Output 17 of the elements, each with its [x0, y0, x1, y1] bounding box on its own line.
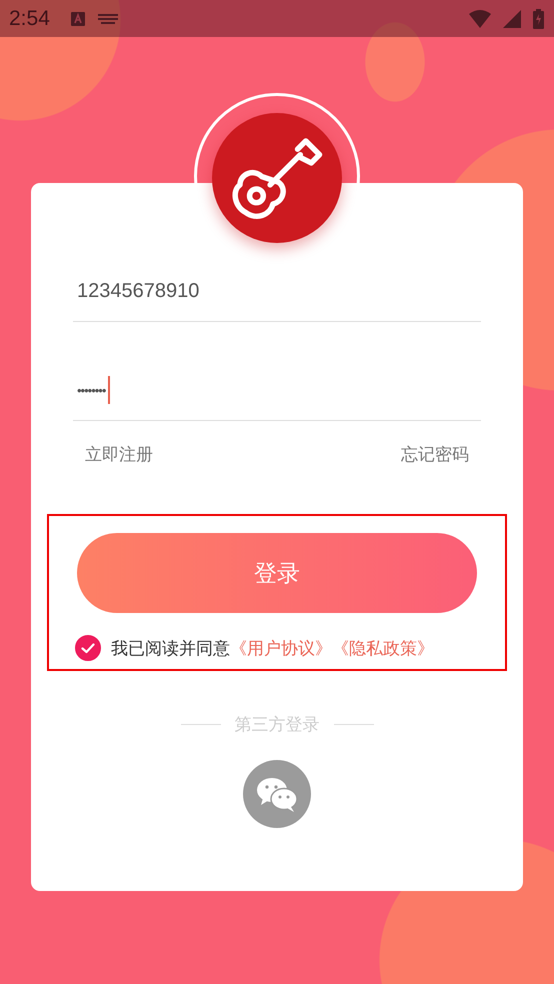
agreement-text: 我已阅读并同意: [111, 638, 230, 660]
wifi-icon: [469, 10, 491, 28]
password-field[interactable]: ••••••••: [73, 360, 481, 421]
text-link[interactable]: 忘记密码: [401, 443, 469, 466]
checkmark-icon: [81, 642, 95, 654]
battery-charging-icon: [533, 8, 544, 28]
policy-link[interactable]: 《用户协议》: [230, 636, 332, 660]
clock: 2:54: [9, 6, 50, 30]
text-link[interactable]: 立即注册: [85, 443, 153, 466]
keyboard-a-icon: [70, 10, 86, 26]
signal-icon: [503, 10, 521, 28]
policy-link[interactable]: 《隐私政策》: [332, 636, 434, 660]
phone-field[interactable]: 12345678910: [73, 261, 481, 322]
login-button[interactable]: 登录: [77, 533, 477, 613]
keyboard-icon: [98, 12, 118, 24]
agreement-checkbox[interactable]: [75, 635, 101, 661]
chat-bubbles-icon: [255, 776, 299, 812]
